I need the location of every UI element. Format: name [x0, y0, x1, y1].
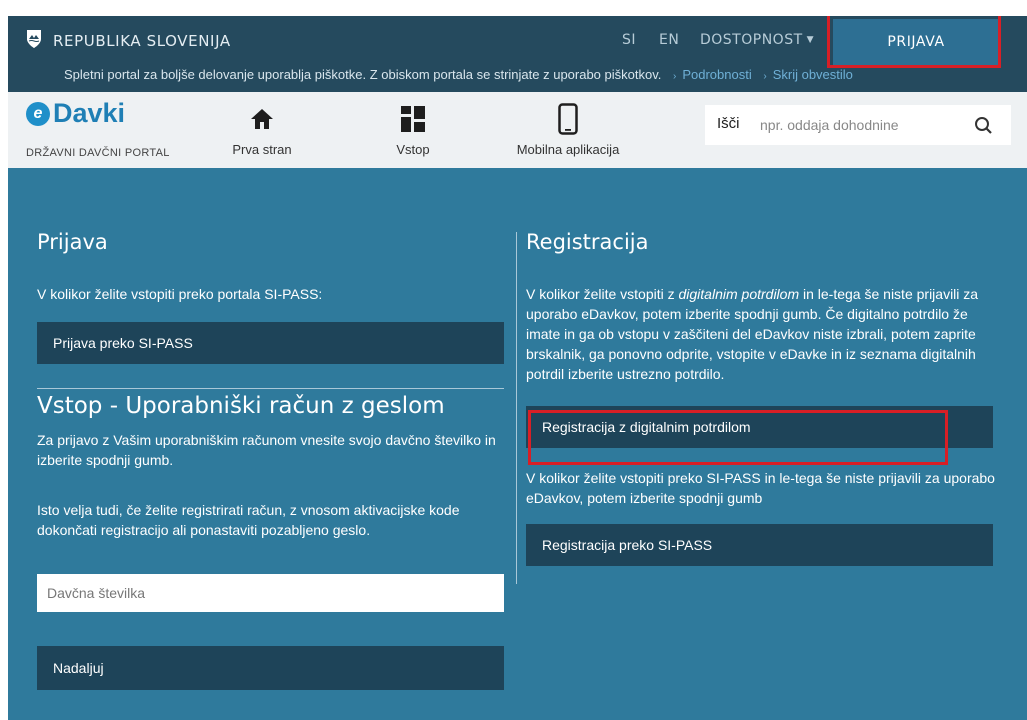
column-divider: [516, 232, 517, 584]
accessibility-label: DOSTOPNOST: [700, 32, 803, 48]
page: REPUBLIKA SLOVENIJA SI EN DOSTOPNOST ▼ PR…: [8, 16, 1027, 720]
search-input[interactable]: [760, 113, 960, 137]
nav-vstop[interactable]: Vstop: [378, 92, 448, 168]
login-title: Prijava: [37, 230, 108, 254]
gov-title[interactable]: REPUBLIKA SLOVENIJA: [53, 32, 231, 50]
chevron-right-icon: ›: [673, 71, 677, 82]
nav-mobile-app[interactable]: Mobilna aplikacija: [503, 92, 633, 168]
highlight-box-login: [827, 16, 1001, 68]
search-icon[interactable]: [971, 113, 997, 139]
cookie-details-link[interactable]: Podrobnosti: [682, 67, 751, 82]
mobile-icon: [558, 102, 578, 136]
cookie-notice: Spletni portal za boljše delovanje upora…: [64, 67, 853, 82]
coat-of-arms-icon: [26, 29, 42, 49]
home-icon: [250, 102, 274, 136]
brand-subtitle: DRŽAVNI DAVČNI PORTAL: [26, 147, 170, 159]
section-divider: [37, 388, 504, 389]
grid-icon: [401, 102, 425, 136]
sipass-registration-text: V kolikor želite vstopiti preko SI-PASS …: [526, 470, 995, 506]
cookie-text: Spletni portal za boljše delovanje upora…: [64, 67, 662, 82]
account-login-text: Za prijavo z Vašim uporabniškim računom …: [37, 432, 496, 468]
highlight-box-certificate: [528, 410, 948, 465]
nav-home-label: Prva stran: [232, 142, 292, 157]
sipass-login-text: V kolikor želite vstopiti preko portala …: [37, 286, 323, 302]
sipass-registration-button[interactable]: Registracija preko SI-PASS: [526, 524, 993, 566]
cookie-hide-link[interactable]: Skrij obvestilo: [773, 67, 853, 82]
account-register-text: Isto velja tudi, če želite registrirati …: [37, 502, 460, 538]
brand-name: Davki: [53, 98, 126, 128]
search-label: Išči: [717, 115, 740, 132]
nav-home[interactable]: Prva stran: [222, 92, 302, 168]
tax-number-input[interactable]: [37, 574, 504, 612]
nav-mobile-label: Mobilna aplikacija: [516, 142, 620, 157]
nav-vstop-label: Vstop: [396, 142, 430, 157]
gov-bar: REPUBLIKA SLOVENIJA SI EN DOSTOPNOST ▼ PR…: [8, 16, 1027, 92]
lang-en-link[interactable]: EN: [659, 32, 679, 48]
reg-text-prefix: V kolikor želite vstopiti z: [526, 286, 679, 302]
certificate-registration-text: V kolikor želite vstopiti z digitalnim p…: [526, 284, 996, 384]
continue-button[interactable]: Nadaljuj: [37, 646, 504, 690]
accessibility-menu[interactable]: DOSTOPNOST ▼: [700, 32, 814, 48]
sipass-login-button[interactable]: Prijava preko SI-PASS: [37, 322, 504, 364]
e-logo-icon: e: [26, 101, 50, 126]
search-box: Išči: [705, 105, 1011, 145]
lang-si-link[interactable]: SI: [622, 32, 636, 48]
account-login-title: Vstop - Uporabniški račun z geslom: [37, 393, 445, 419]
reg-text-emphasis: digitalnim potrdilom: [678, 286, 800, 302]
davki-logo[interactable]: e Davki: [26, 98, 125, 129]
portal-header: e Davki DRŽAVNI DAVČNI PORTAL Prva stran…: [8, 92, 1027, 168]
registration-title: Registracija: [526, 230, 649, 254]
caret-down-icon: ▼: [806, 35, 815, 45]
chevron-right-icon: ›: [763, 71, 767, 82]
